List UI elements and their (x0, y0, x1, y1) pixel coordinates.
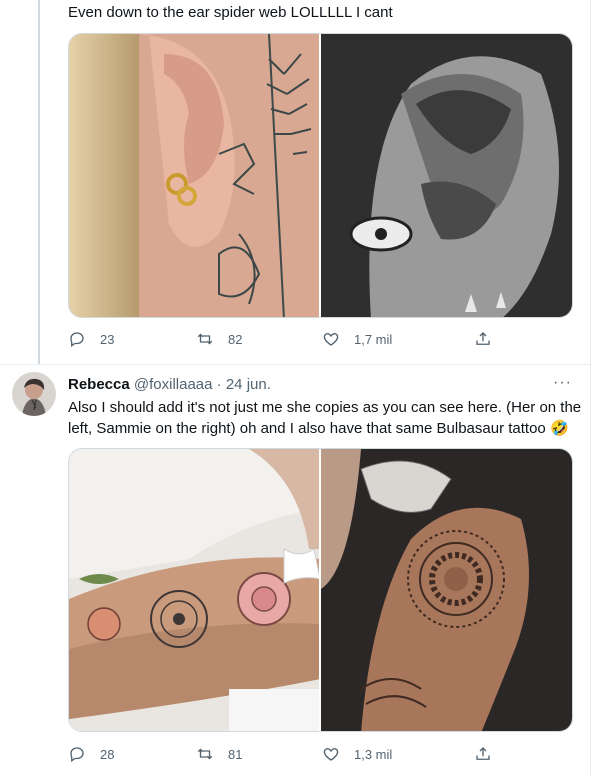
header-separator: · (216, 376, 222, 393)
like-button[interactable]: 1,3 mil (322, 745, 392, 763)
tweet-header: Rebecca @foxillaaaa · 24 jun. (68, 375, 271, 395)
tweet-actions: 28 81 1,3 mil (68, 745, 508, 767)
share-button[interactable] (474, 330, 492, 353)
like-count: 1,7 mil (354, 331, 393, 347)
tweet-text: Even down to the ear spider web LOLLLLL … (68, 4, 393, 21)
avatar[interactable] (12, 372, 56, 416)
tweet-date[interactable]: 24 jun. (226, 376, 271, 393)
tweet-text-line-2: left, Sammie on the right) oh and I also… (68, 420, 569, 437)
tweet-text-line-1: Also I should add it's not just me she c… (68, 399, 582, 416)
reply-count: 23 (100, 331, 115, 347)
reply-count: 28 (100, 746, 115, 762)
media-photo-right[interactable] (320, 34, 572, 317)
share-button[interactable] (474, 745, 492, 768)
share-icon (476, 332, 490, 345)
like-count: 1,3 mil (354, 746, 393, 762)
retweet-button[interactable]: 81 (196, 745, 242, 763)
tweet-media[interactable] (68, 448, 573, 732)
author-name[interactable]: Rebecca (68, 376, 130, 393)
like-icon (323, 333, 339, 346)
media-photo-left[interactable] (69, 449, 319, 731)
tweet-actions: 23 82 1,7 mil (68, 330, 508, 352)
tweet-divider (0, 364, 590, 365)
like-icon (323, 748, 339, 761)
author-handle[interactable]: @foxillaaaa (134, 376, 213, 393)
retweet-count: 82 (228, 331, 243, 347)
share-icon (476, 747, 490, 760)
timeline-border (590, 0, 591, 775)
like-button[interactable]: 1,7 mil (322, 330, 392, 348)
retweet-count: 81 (228, 746, 243, 762)
retweet-button[interactable]: 82 (196, 330, 242, 348)
reply-icon (70, 332, 84, 348)
reply-button[interactable]: 23 (68, 330, 114, 348)
media-photo-left[interactable] (69, 34, 319, 317)
thread-connector-line (38, 0, 40, 364)
media-photo-right[interactable] (320, 449, 572, 731)
reply-icon (70, 747, 84, 763)
reply-button[interactable]: 28 (68, 745, 114, 763)
more-options-icon[interactable]: ··· (553, 374, 572, 392)
retweet-icon (197, 748, 213, 760)
retweet-icon (197, 333, 213, 345)
tweet-media[interactable] (68, 33, 573, 318)
